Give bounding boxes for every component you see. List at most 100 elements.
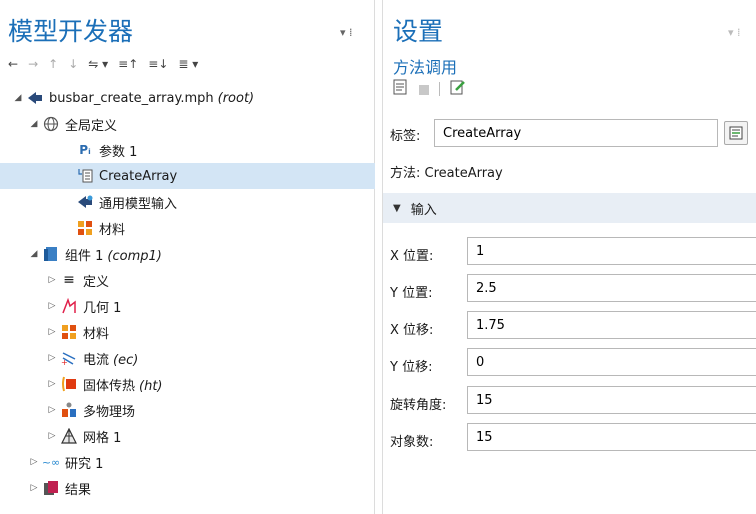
tree-node-label: 材料 — [83, 326, 110, 342]
tree-node-label: 结果 — [65, 482, 92, 498]
study-icon: ~∞ — [41, 455, 61, 469]
collapsed-arrow-icon[interactable]: ▷ — [46, 353, 58, 363]
model-builder-pin-controls[interactable]: ▾ ⁞ — [340, 26, 353, 39]
model-builder-pane: 模型开发器 ▾ ⁞ ← → ↑ ↓ ⇋ ▾ ≡↑ ≡↓ ≣ ▾ ◢ busbar… — [0, 0, 375, 514]
tree-node-component[interactable]: ◢ 组件 1 (comp1) — [0, 241, 375, 267]
expanded-arrow-icon[interactable]: ◢ — [28, 249, 40, 259]
rotation-angle-input[interactable] — [467, 386, 756, 414]
expanded-arrow-icon[interactable]: ◢ — [28, 119, 40, 129]
collapsed-arrow-icon[interactable]: ▷ — [46, 301, 58, 311]
method-text: 方法: CreateArray — [390, 166, 503, 181]
label-input[interactable] — [434, 119, 718, 147]
forward-arrow-icon[interactable]: → — [28, 56, 38, 72]
settings-pin-controls[interactable]: ▾ ⁞ — [728, 26, 741, 39]
settings-pane: 设置 ▾ ⁞ 方法调用 标签: 方法: CreateArray ▼ 输入 X 位… — [382, 0, 756, 514]
collapsed-arrow-icon[interactable]: ▷ — [46, 431, 58, 441]
show-options-icon[interactable]: ⇋ ▾ — [88, 56, 108, 72]
inputs-section-header[interactable]: ▼ 输入 — [383, 193, 756, 223]
rotation-angle-field: 旋转角度: — [390, 386, 756, 414]
globe-icon — [43, 116, 59, 132]
mesh-icon — [61, 428, 77, 444]
expanded-arrow-icon[interactable]: ◢ — [12, 93, 24, 103]
tree-node-study[interactable]: ▷ ~∞ 研究 1 — [0, 449, 375, 475]
settings-toolbar — [393, 79, 466, 99]
settings-subtitle: 方法调用 — [393, 58, 458, 77]
tree-node-electric-currents[interactable]: ▷ + 电流 (ec) — [0, 345, 375, 371]
tree-node-label: busbar_create_array.mph — [49, 90, 214, 106]
tree-node-materials[interactable]: ▷ 材料 — [0, 319, 375, 345]
edit-method-icon[interactable] — [450, 79, 466, 99]
materials-icon — [61, 324, 77, 340]
tree-node-mesh[interactable]: ▷ 网格 1 — [0, 423, 375, 449]
materials-icon — [77, 220, 93, 236]
tree-node-definitions[interactable]: ▷ ≡ 定义 — [0, 267, 375, 293]
collapsed-arrow-icon[interactable]: ▷ — [46, 275, 58, 285]
tree-node-label: CreateArray — [99, 168, 178, 184]
model-builder-title: 模型开发器 — [8, 17, 134, 46]
tree-node-label: 几何 1 — [83, 300, 122, 316]
collapsed-arrow-icon[interactable]: ▷ — [46, 327, 58, 337]
tree-node-label: 组件 1 — [65, 248, 104, 264]
run-method-icon[interactable] — [393, 79, 407, 99]
model-input-icon — [77, 194, 93, 210]
more-options-icon[interactable]: ≣ ▾ — [178, 56, 198, 72]
tree-node-label: 参数 1 — [99, 144, 138, 160]
collapsed-arrow-icon[interactable]: ▷ — [46, 379, 58, 389]
tree-node-geometry[interactable]: ▷ 几何 1 — [0, 293, 375, 319]
y-position-field: Y 位置: — [390, 274, 756, 302]
stop-icon[interactable] — [419, 80, 429, 99]
method-call-icon — [77, 168, 93, 184]
expand-sections-icon[interactable]: ≡↑ — [118, 56, 138, 72]
tree-node-parameters[interactable]: Pᵢ 参数 1 — [0, 137, 375, 163]
tree-node-label: 研究 1 — [65, 456, 104, 472]
label-row: 标签: — [390, 119, 756, 147]
heat-transfer-icon — [61, 376, 77, 392]
x-displacement-field: X 位移: — [390, 311, 756, 339]
tree-node-tag: (comp1) — [107, 248, 162, 264]
object-count-field: 对象数: — [390, 423, 756, 451]
toolbar-separator — [439, 82, 440, 96]
model-tree: ◢ busbar_create_array.mph (root) ◢ 全局定义 P… — [0, 85, 375, 501]
definitions-icon: ≡ — [63, 272, 75, 288]
collapse-sections-icon[interactable]: ≡↓ — [148, 56, 168, 72]
label-key: 标签: — [390, 129, 421, 144]
settings-title: 设置 — [393, 17, 444, 46]
multiphysics-icon — [61, 402, 77, 418]
back-arrow-icon[interactable]: ← — [8, 56, 18, 72]
x-displacement-input[interactable] — [467, 311, 756, 339]
collapsed-arrow-icon[interactable]: ▷ — [46, 405, 58, 415]
tree-node-heat-transfer[interactable]: ▷ 固体传热 (ht) — [0, 371, 375, 397]
reset-label-icon — [729, 126, 743, 140]
move-down-icon[interactable]: ↓ — [68, 56, 78, 72]
tree-node-multiphysics[interactable]: ▷ 多物理场 — [0, 397, 375, 423]
x-position-input[interactable] — [467, 237, 756, 265]
geometry-icon — [61, 298, 77, 314]
tree-node-create-array[interactable]: CreateArray — [0, 163, 375, 189]
field-label: X 位置: — [390, 249, 434, 264]
tree-node-global-materials[interactable]: 材料 — [0, 215, 375, 241]
tree-node-results[interactable]: ▷ 结果 — [0, 475, 375, 501]
object-count-input[interactable] — [467, 423, 756, 451]
section-expanded-icon: ▼ — [393, 202, 401, 214]
tree-node-root[interactable]: ◢ busbar_create_array.mph (root) — [0, 85, 375, 111]
tree-node-label: 定义 — [83, 274, 110, 290]
svg-text:+: + — [61, 358, 68, 366]
x-position-field: X 位置: — [390, 237, 756, 265]
tree-node-label: 电流 — [83, 352, 110, 368]
tree-node-label: 材料 — [99, 222, 126, 238]
tree-node-label: 网格 1 — [83, 430, 122, 446]
collapsed-arrow-icon[interactable]: ▷ — [28, 457, 40, 467]
collapsed-arrow-icon[interactable]: ▷ — [28, 483, 40, 493]
reset-label-button[interactable] — [724, 121, 748, 145]
y-displacement-field: Y 位移: — [390, 348, 756, 376]
y-position-input[interactable] — [467, 274, 756, 302]
tree-node-general-model-input[interactable]: 通用模型输入 — [0, 189, 375, 215]
tree-node-tag: (ec) — [113, 352, 139, 368]
parameters-icon: Pᵢ — [79, 143, 91, 157]
tree-node-global-definitions[interactable]: ◢ 全局定义 — [0, 111, 375, 137]
move-up-icon[interactable]: ↑ — [48, 56, 58, 72]
y-displacement-input[interactable] — [467, 348, 756, 376]
tree-node-label: 固体传热 — [83, 378, 136, 394]
field-label: Y 位移: — [390, 360, 433, 375]
tree-node-tag: (ht) — [139, 378, 163, 394]
